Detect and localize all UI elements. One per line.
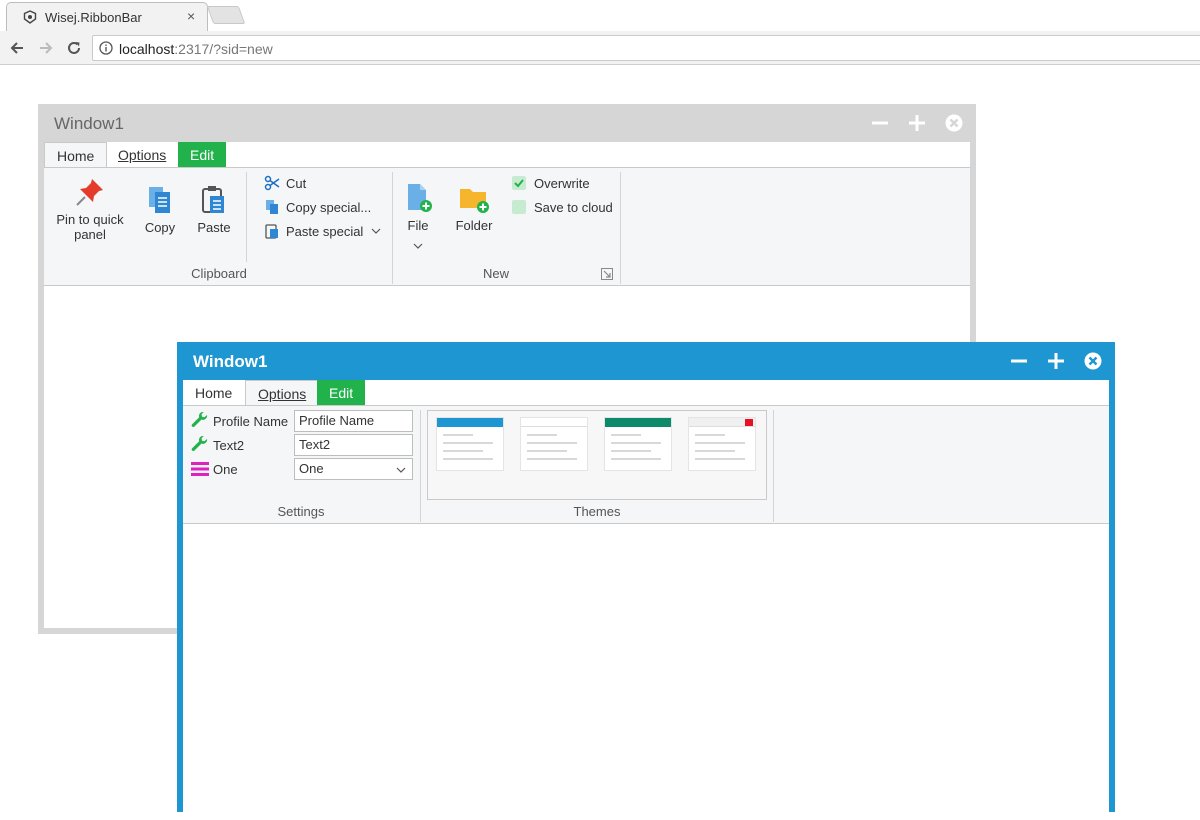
ribbon-body: Pin to quick panel Copy Paste Cut Copy s… (44, 167, 970, 286)
scissors-icon (264, 175, 280, 191)
overwrite-checkbox[interactable]: Overwrite (512, 172, 590, 194)
copy-icon (149, 187, 170, 213)
window-title: Window1 (193, 352, 268, 371)
tab-options-label: Options (118, 147, 167, 163)
folder-label: Folder (455, 218, 493, 233)
copy-special-button[interactable]: Copy special... (264, 196, 371, 218)
browser-tabstrip: Wisej.RibbonBar × (0, 0, 1200, 32)
pin-to-quick-panel-button[interactable]: Pin to quick panel (52, 176, 128, 242)
tab-options[interactable]: Options (106, 142, 178, 168)
url-host: localhost (119, 41, 175, 57)
tab-home[interactable]: Home (44, 142, 108, 169)
tab-options[interactable]: Options (245, 380, 320, 407)
clipboard-group-label: Clipboard (191, 266, 247, 281)
one-combobox[interactable]: One (294, 458, 413, 480)
tab-edit[interactable]: Edit (317, 380, 366, 406)
browser-toolbar: localhost:2317/?sid=new (0, 31, 1200, 65)
address-bar[interactable]: localhost:2317/?sid=new (92, 35, 1200, 61)
cut-button[interactable]: Cut (264, 172, 306, 194)
ribbon-tabs: Home Options Edit (44, 142, 970, 169)
forward-icon[interactable] (35, 37, 57, 59)
paste-special-button[interactable]: Paste special (264, 220, 381, 242)
dialog-launcher-icon[interactable] (601, 268, 613, 283)
file-button[interactable]: File (400, 182, 436, 254)
window-title: Window1 (54, 114, 124, 133)
theme-thumbnail[interactable] (604, 417, 672, 471)
info-icon[interactable] (99, 41, 113, 55)
settings-group-label: Settings (277, 504, 325, 519)
copy-special-label: Copy special... (286, 199, 372, 215)
themes-group-label: Themes (573, 504, 621, 519)
browser-tab[interactable]: Wisej.RibbonBar × (6, 2, 208, 32)
paste-icon (202, 186, 224, 213)
pin-label-2: panel (74, 227, 106, 242)
maximize-icon[interactable] (906, 112, 928, 134)
url-text: localhost:2317/?sid=new (119, 41, 273, 57)
tab-home[interactable]: Home (183, 380, 244, 406)
copy-button[interactable]: Copy (140, 184, 180, 235)
new-tab-button[interactable] (206, 6, 246, 24)
save-to-cloud-checkbox[interactable]: Save to cloud (512, 196, 613, 218)
ribbon-body: Profile Name Profile Name Text2 Text2 On… (183, 405, 1109, 524)
ribbon-tabs: Home Options Edit (183, 380, 1109, 407)
minimize-icon[interactable] (1008, 350, 1030, 372)
save-to-cloud-label: Save to cloud (534, 199, 613, 215)
reload-icon[interactable] (63, 37, 85, 59)
checkbox-unchecked-icon (512, 200, 526, 214)
wrench-icon (191, 412, 208, 427)
wisej-logo-icon (23, 10, 37, 24)
paste-special-label: Paste special (286, 223, 364, 239)
group-separator (420, 410, 421, 522)
group-separator (620, 172, 621, 284)
text2-input[interactable]: Text2 (294, 434, 413, 456)
tab-options-label: Options (258, 386, 307, 402)
group-separator (246, 172, 247, 262)
folder-button[interactable]: Folder (450, 182, 498, 233)
chevron-down-icon[interactable] (396, 465, 406, 475)
window-front[interactable]: Window1 Home Options Edit Profile Name P… (177, 342, 1115, 820)
tab-edit[interactable]: Edit (178, 142, 227, 168)
close-icon[interactable] (1082, 350, 1104, 372)
text2-label: Text2 (213, 438, 245, 453)
maximize-icon[interactable] (1045, 350, 1067, 372)
one-label: One (213, 462, 238, 477)
file-label: File (407, 218, 429, 233)
copy-special-icon (266, 200, 278, 214)
wrench-icon (191, 436, 208, 451)
new-folder-icon (460, 189, 489, 213)
group-separator (773, 410, 774, 522)
cut-label: Cut (286, 175, 307, 191)
pin-label-1: Pin to quick (56, 212, 124, 227)
new-group-label: New (482, 266, 509, 281)
paste-button[interactable]: Paste (192, 184, 236, 235)
minimize-icon[interactable] (869, 112, 891, 134)
tab-close-icon[interactable]: × (187, 8, 195, 24)
url-path: :2317/?sid=new (174, 41, 273, 57)
new-file-icon (408, 184, 432, 212)
menu-icon (191, 462, 209, 476)
close-icon[interactable] (943, 112, 965, 134)
one-combobox-value: One (299, 461, 324, 476)
themes-gallery[interactable] (427, 410, 767, 500)
checkbox-checked-icon (512, 176, 526, 190)
group-separator (392, 172, 393, 284)
chevron-down-icon[interactable] (413, 241, 423, 251)
paste-special-icon (265, 224, 278, 239)
pin-icon (76, 179, 103, 206)
paste-label: Paste (197, 220, 231, 235)
copy-label: Copy (144, 220, 176, 235)
theme-thumbnail[interactable] (688, 417, 756, 471)
theme-thumbnail[interactable] (520, 417, 588, 471)
overwrite-label: Overwrite (534, 175, 590, 191)
chevron-down-icon (371, 228, 381, 234)
profile-name-input[interactable]: Profile Name (294, 410, 413, 432)
profile-name-label: Profile Name (213, 414, 289, 429)
window-client: Home Options Edit Profile Name Profile N… (183, 380, 1109, 820)
browser-tab-title: Wisej.RibbonBar (45, 10, 142, 25)
back-icon[interactable] (6, 37, 28, 59)
theme-thumbnail[interactable] (436, 417, 504, 471)
